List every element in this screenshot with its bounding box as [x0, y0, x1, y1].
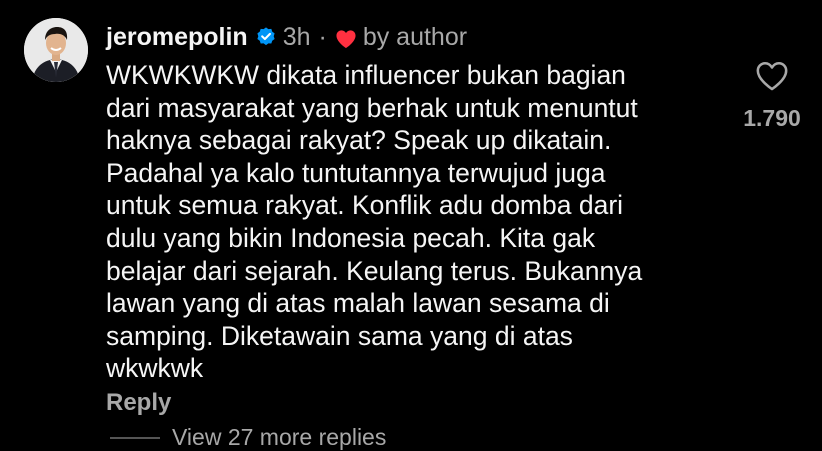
liked-by-author-label: by author	[362, 22, 468, 51]
like-button[interactable]	[755, 60, 789, 92]
comment-header: jeromepolin 3h · by author	[106, 20, 467, 54]
reply-button[interactable]: Reply	[106, 389, 171, 417]
comment-text-line: dari masyarakat yang berhak untuk menunt…	[106, 92, 638, 123]
comment-text-line: Padahal ya kalo tuntutannya terwujud jug…	[106, 157, 606, 188]
like-count: 1.790	[743, 105, 801, 131]
comment-item: jeromepolin 3h · by author WKWKWKW dikat…	[0, 0, 822, 450]
comment-text-line: dulu yang bikin Indonesia pecah. Kita ga…	[106, 222, 596, 253]
comment-text-line: belajar dari sejarah. Keulang terus. Buk…	[106, 255, 643, 286]
verified-badge-icon	[255, 26, 277, 48]
username[interactable]: jeromepolin	[106, 23, 248, 52]
comment-text-line: lawan yang di atas malah lawan sesama di	[106, 288, 610, 319]
comment-text-line: haknya sebagai rakyat? Speak up dikatain…	[106, 125, 612, 156]
comment-text-line: untuk semua rakyat. Konflik adu domba da…	[106, 190, 624, 221]
comment-text: WKWKWKW dikata influencer bukan bagian d…	[106, 59, 726, 385]
separator-dot: ·	[318, 22, 327, 51]
comment-text-line: WKWKWKW dikata influencer bukan bagian	[106, 60, 626, 90]
heart-outline-icon	[756, 61, 788, 91]
heart-filled-icon	[335, 27, 357, 49]
avatar-image	[24, 18, 88, 82]
comment-text-line: samping. Diketawain sama yang di atas	[106, 320, 573, 351]
timestamp: 3h	[282, 22, 311, 51]
avatar[interactable]	[24, 18, 88, 82]
comment-text-line: wkwkwk	[106, 353, 204, 384]
